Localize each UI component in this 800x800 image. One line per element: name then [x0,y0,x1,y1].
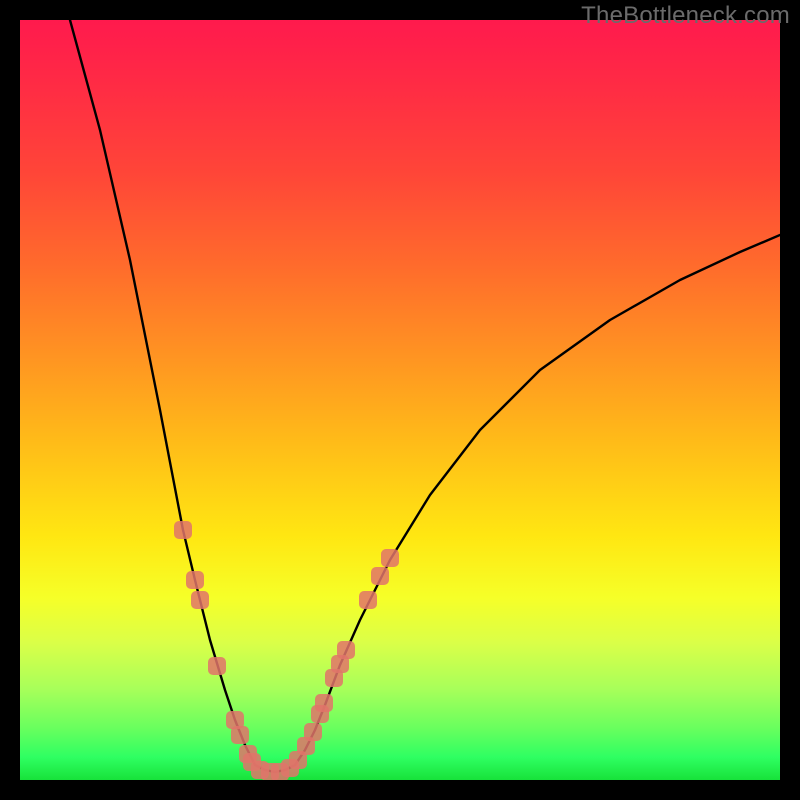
marker-point [371,567,389,585]
marker-point [208,657,226,675]
watermark-text: TheBottleneck.com [581,2,790,30]
curve-markers [20,20,780,780]
marker-point [191,591,209,609]
plot-area [20,20,780,780]
marker-point [337,641,355,659]
marker-point [174,521,192,539]
marker-point [359,591,377,609]
marker-point [186,571,204,589]
marker-point [315,694,333,712]
marker-point [304,723,322,741]
marker-point [381,549,399,567]
marker-point [231,726,249,744]
